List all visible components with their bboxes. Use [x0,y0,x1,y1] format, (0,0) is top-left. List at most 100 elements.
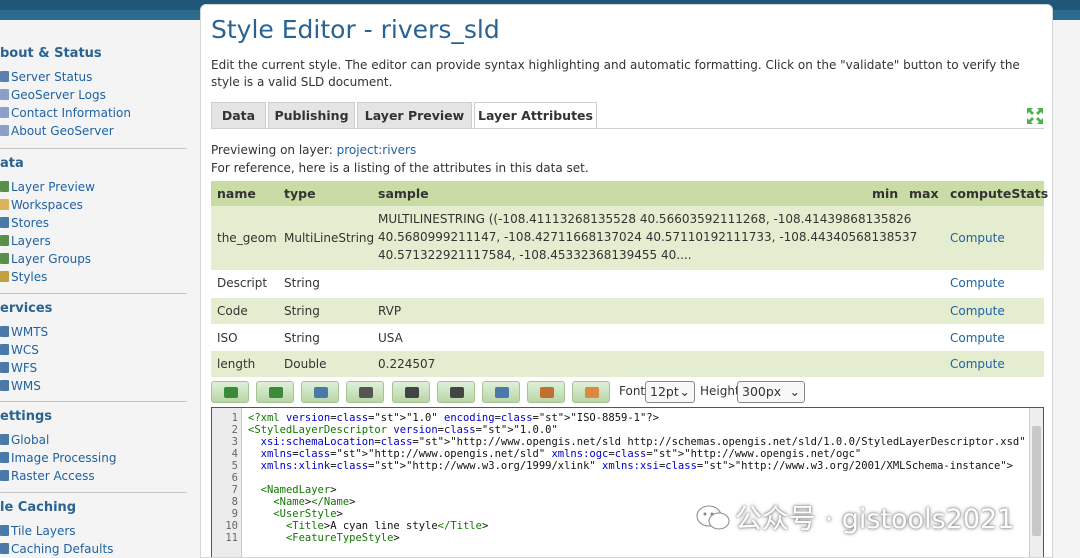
compute-link[interactable]: Compute [950,231,1005,245]
font-dropdown-icon: ⌄ [679,384,690,399]
editor-toolbar: Font 12pt ⌄ Height 300px ⌄ [211,381,1044,403]
height-label: Height [700,384,740,398]
binoculars-replace-icon [450,387,464,398]
sidebar-item-styles[interactable]: Styles [0,268,47,286]
sidebar-item-global[interactable]: Global [0,431,49,449]
sidebar-item-label: Caching Defaults [11,542,114,556]
compute-link[interactable]: Compute [950,357,1005,371]
sidebar: bout & Status Server Status GeoServer Logs… [0,20,195,558]
sidebar-item-contact-information[interactable]: Contact Information [0,104,131,122]
sidebar-item-stores[interactable]: Stores [0,214,49,232]
code-line: xmlns:xlink=class="st">"http://www.w3.or… [260,460,1013,472]
wcs-icon [0,344,9,355]
cell-type: String [284,331,320,345]
cell-type: MultiLineString [284,231,375,245]
sidebar-item-layers[interactable]: Layers [0,232,51,250]
sidebar-item-label: Workspaces [11,198,83,212]
height-select[interactable]: 300px ⌄ [737,381,805,403]
sidebar-item-label: WMS [11,379,41,393]
font-size-value: 12pt [650,384,679,399]
line-number: 3 [231,436,238,448]
sidebar-item-label: GeoServer Logs [11,88,106,102]
tab-layer-attributes[interactable]: Layer Attributes [474,102,597,129]
undo-icon [224,387,238,398]
sidebar-item-label: Stores [11,216,49,230]
compute-link[interactable]: Compute [950,276,1005,290]
image-processing-icon [0,452,9,463]
cell-name: length [217,357,256,371]
fullscreen-icon[interactable] [1026,107,1044,125]
sidebar-item-label: Styles [11,270,48,284]
goto-line-icon [314,387,328,398]
sidebar-item-wfs[interactable]: WFS [0,359,37,377]
line-number: 7 [231,484,238,496]
sidebar-item-label: About GeoServer [11,124,114,138]
code-line: <?xml version=class="st">"1.0" encoding=… [248,412,659,424]
legend-icon [495,387,509,398]
code-line: <Title>A cyan line style</Title> [285,520,489,532]
reference-text: For reference, here is a listing of the … [211,161,589,175]
wfs-icon [0,362,9,373]
sidebar-item-wms[interactable]: WMS [0,377,41,395]
legend-button[interactable] [482,381,520,403]
sidebar-item-geoserver-logs[interactable]: GeoServer Logs [0,86,106,104]
goto-line-button[interactable] [301,381,339,403]
sidebar-item-layer-preview[interactable]: Layer Preview [0,178,95,196]
layer-preview-icon [0,181,9,192]
undo-button[interactable] [211,381,249,403]
sidebar-item-server-status[interactable]: Server Status [0,68,92,86]
table-row: ISO String USA Compute [211,325,1044,351]
cell-name: the_geom [217,231,277,245]
search-button[interactable] [392,381,430,403]
sidebar-item-workspaces[interactable]: Workspaces [0,196,83,214]
line-number: 9 [231,508,238,520]
style-editor-panel: Style Editor - rivers_sld Edit the curre… [200,4,1053,558]
raster-access-icon [0,470,9,481]
height-value: 300px [742,384,782,399]
replace-button[interactable] [437,381,475,403]
image-button[interactable] [527,381,565,403]
sidebar-item-label: WCS [11,343,39,357]
line-number: 4 [231,448,238,460]
col-header-max: max [909,186,939,201]
layer-groups-icon [0,253,9,264]
height-dropdown-icon: ⌄ [789,384,800,399]
tile-layers-icon [0,525,9,536]
table-row: the_geom MultiLineString MULTILINESTRING (… [211,206,1044,270]
sidebar-divider [0,492,187,493]
tab-data[interactable]: Data [211,102,266,128]
server-status-icon [0,71,9,82]
redo-button[interactable] [256,381,294,403]
sidebar-item-wmts[interactable]: WMTS [0,323,48,341]
sidebar-item-label: Raster Access [11,469,95,483]
sidebar-item-image-processing[interactable]: Image Processing [0,449,116,467]
line-number: 1 [231,412,238,424]
sidebar-item-label: Layers [11,234,51,248]
sidebar-divider [0,148,187,149]
code-line: xmlns=class="st">"http://www.opengis.net… [260,448,862,460]
sidebar-item-about-geoserver[interactable]: About GeoServer [0,122,114,140]
tab-publishing[interactable]: Publishing [268,102,355,128]
sidebar-item-layer-groups[interactable]: Layer Groups [0,250,91,268]
sidebar-item-tile-layers[interactable]: Tile Layers [0,522,76,540]
wmts-icon [0,326,9,337]
tab-divider [211,128,1044,129]
editor-scrollbar[interactable] [1029,408,1043,557]
font-size-select[interactable]: 12pt ⌄ [645,381,695,403]
tab-layer-preview[interactable]: Layer Preview [357,102,472,128]
watermark: 公众号 · gistools2021 [695,497,1014,536]
logs-icon [0,89,9,100]
compute-link[interactable]: Compute [950,331,1005,345]
sidebar-item-wcs[interactable]: WCS [0,341,39,359]
previewing-layer-link[interactable]: project:rivers [337,143,417,157]
sidebar-item-caching-defaults[interactable]: Caching Defaults [0,540,113,558]
cell-sample: MULTILINESTRING ((-108.41113268135528 40… [378,212,912,226]
color-button[interactable] [572,381,610,403]
cell-name: Descript [217,276,268,290]
reformat-button[interactable] [346,381,384,403]
sidebar-item-raster-access[interactable]: Raster Access [0,467,95,485]
compute-link[interactable]: Compute [950,304,1005,318]
table-row: Code String RVP Compute [211,298,1044,324]
editor-scrollbar-thumb[interactable] [1032,426,1041,536]
code-line: <UserStyle> [273,508,343,520]
